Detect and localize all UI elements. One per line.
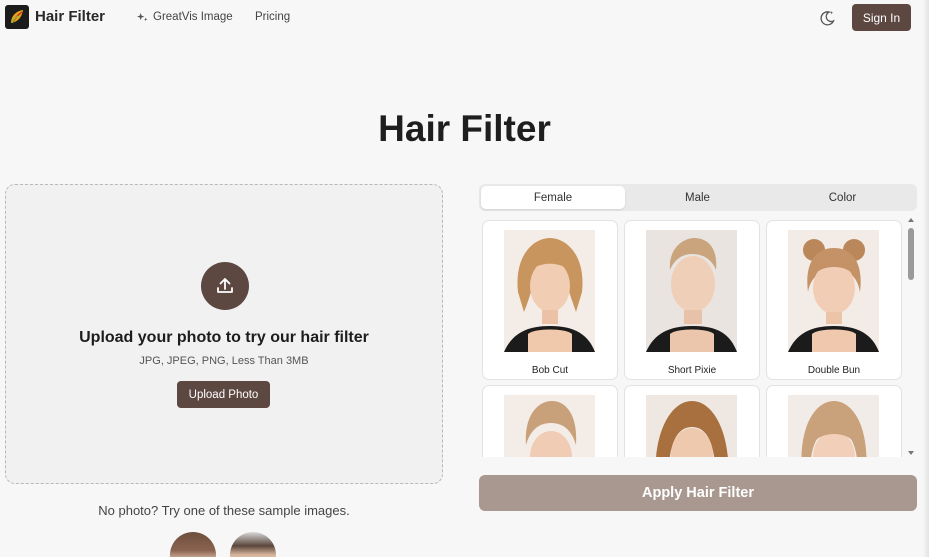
nav-label: GreatVis Image [153,11,233,23]
hairstyle-photo [504,230,595,352]
upload-dropzone[interactable]: Upload your photo to try our hair filter… [5,184,443,484]
scrollbar-thumb[interactable] [908,228,914,280]
brand-name[interactable]: Hair Filter [35,8,105,25]
upload-icon[interactable] [201,262,249,310]
page-title: Hair Filter [378,108,551,149]
hairstyle-photo [504,395,595,457]
hairstyle-photo [646,230,737,352]
scroll-up-arrow-icon[interactable] [908,218,914,222]
tab-male[interactable]: Male [625,186,770,209]
sparkles-icon [137,12,148,21]
hairstyle-card[interactable] [624,385,760,457]
top-nav: Hair Filter GreatVis Image Pricing Sign … [0,0,929,36]
hairstyle-label: Short Pixie [667,365,717,376]
hairstyle-card[interactable] [766,385,902,457]
upload-heading: Upload your photo to try our hair filter [79,329,369,346]
hairstyle-grid: Bob Cut Short Pixie Double Bun [479,216,904,457]
sample-image-female[interactable] [170,532,216,557]
hairstyle-label: Bob Cut [531,365,569,376]
moon-stars-icon[interactable] [818,9,836,27]
hairstyle-card-bob-cut[interactable]: Bob Cut [482,220,618,380]
apply-hair-filter-button[interactable]: Apply Hair Filter [479,475,917,511]
hairstyle-photo [646,395,737,457]
hairstyle-card-double-bun[interactable]: Double Bun [766,220,902,380]
tab-female[interactable]: Female [481,186,625,209]
nav-link-pricing[interactable]: Pricing [255,11,290,23]
hairstyle-label: Double Bun [807,365,861,376]
brand-logo-icon[interactable] [5,5,29,29]
hairstyle-grid-scrollbar[interactable] [907,218,915,457]
upload-formats-hint: JPG, JPEG, PNG, Less Than 3MB [139,355,309,367]
window-edge-shadow [923,0,929,557]
hairstyle-photo [788,230,879,352]
upload-photo-button[interactable]: Upload Photo [177,381,270,408]
hairstyle-card-short-pixie[interactable]: Short Pixie [624,220,760,380]
sample-images-hint: No photo? Try one of these sample images… [98,503,350,518]
hairstyle-photo [788,395,879,457]
scroll-down-arrow-icon[interactable] [908,451,914,455]
hairstyle-card[interactable] [482,385,618,457]
nav-link-greatvis-image[interactable]: GreatVis Image [137,11,233,23]
tab-color[interactable]: Color [770,186,915,209]
sign-in-button[interactable]: Sign In [852,4,911,31]
sample-image-male[interactable] [230,532,276,557]
hairstyle-category-tabs: Female Male Color [479,184,917,211]
